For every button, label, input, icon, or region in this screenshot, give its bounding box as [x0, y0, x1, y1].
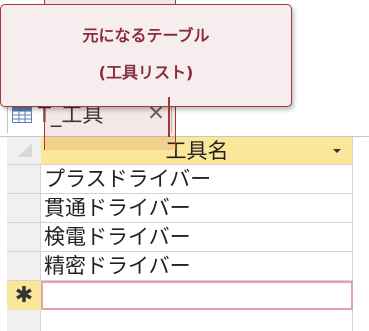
new-record-input[interactable]	[41, 281, 353, 310]
row-value: 検電ドライバー	[44, 225, 191, 249]
select-all-triangle-icon	[18, 143, 32, 157]
row-value: プラスドライバー	[44, 167, 212, 191]
record-selector[interactable]	[7, 194, 41, 223]
callout-box	[0, 4, 292, 107]
chevron-down-icon[interactable]	[330, 146, 344, 156]
record-selector[interactable]	[7, 252, 41, 281]
callout-title: 元になるテーブル	[82, 26, 210, 45]
callout-subtitle: (工具リスト)	[98, 63, 194, 82]
tab-divider	[168, 97, 170, 137]
empty-area	[41, 310, 353, 331]
table-icon	[12, 107, 32, 123]
row-value: 精密ドライバー	[44, 254, 191, 278]
row-value: 貫通ドライバー	[44, 196, 191, 220]
new-record-icon: ✱	[14, 283, 34, 308]
record-selector[interactable]	[7, 165, 41, 194]
record-selector[interactable]	[7, 223, 41, 252]
